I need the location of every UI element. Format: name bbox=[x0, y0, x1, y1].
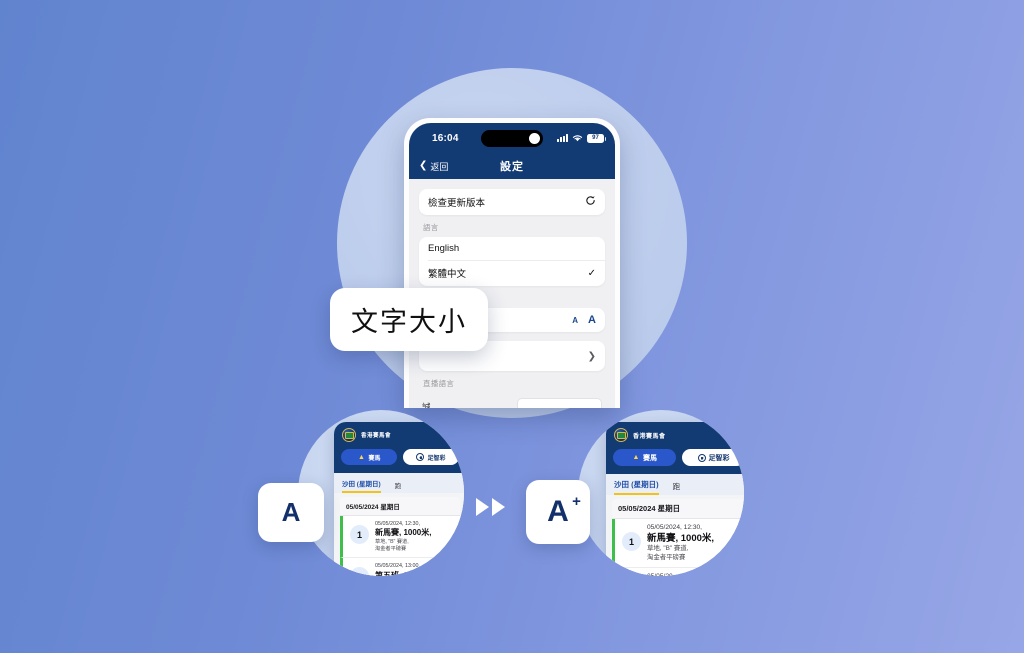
text-size-enlarged-badge: A + bbox=[526, 480, 590, 544]
camera-dot-icon bbox=[529, 133, 540, 144]
race-info: 05/05/2024, 12:30, 新馬賽, 1000米, 草地, "B" 賽… bbox=[647, 524, 714, 562]
date-bar: 05/05/2024 星期日 bbox=[612, 499, 744, 519]
double-play-arrow-icon bbox=[476, 498, 505, 516]
nav-bar: ❮ 返回 設定 bbox=[409, 153, 615, 179]
dynamic-island bbox=[481, 130, 543, 147]
race-title: 新馬賽, 1000米, bbox=[375, 528, 432, 538]
race-meta-1: 草地, "B" 賽道, bbox=[375, 538, 409, 545]
chevron-right-icon: ❯ bbox=[587, 350, 596, 362]
language-card: English 繁體中文 ✓ bbox=[419, 237, 605, 286]
check-icon: ✓ bbox=[587, 267, 596, 279]
wifi-icon bbox=[572, 134, 583, 142]
race-info: 05/05/20 bbox=[647, 573, 673, 576]
race-number: 1 bbox=[622, 532, 641, 551]
horse-icon: ▲ bbox=[358, 453, 365, 461]
text-size-small-button[interactable]: A bbox=[572, 316, 578, 325]
subtab-other[interactable]: 跑 bbox=[395, 480, 402, 493]
language-option-label: English bbox=[428, 243, 460, 254]
preview-race-list-left: 05/05/2024 星期日 1 05/05/2024, 12:30, 新馬賽,… bbox=[334, 493, 464, 576]
race-meta-2: 淘金者平磅賽 bbox=[647, 553, 686, 561]
table-row[interactable]: 2 05/05/2024, 13:00, 第五班, 2000 草地, "B" 賽 bbox=[340, 558, 460, 576]
race-number: 1 bbox=[350, 525, 369, 544]
preview-race-list-right: 05/05/2024 星期日 1 05/05/2024, 12:30, 新馬賽,… bbox=[606, 495, 744, 576]
tab-horse-racing[interactable]: ▲ 賽馬 bbox=[341, 449, 397, 465]
language-section-label: 語言 bbox=[423, 223, 439, 232]
language-option-traditional-chinese[interactable]: 繁體中文 ✓ bbox=[419, 260, 605, 286]
tab-football[interactable]: 足智彩 bbox=[403, 449, 459, 465]
preview-subtabs-right: 沙田 (星期日) 跑 bbox=[606, 474, 744, 495]
table-row[interactable]: 1 05/05/2024, 12:30, 新馬賽, 1000米, 草地, "B"… bbox=[612, 519, 744, 569]
live-language-row[interactable]: 誠 bbox=[419, 398, 605, 408]
preview-subtabs-left: 沙田 (星期日) 跑 bbox=[334, 473, 464, 493]
date-bar: 05/05/2024 星期日 bbox=[340, 497, 460, 516]
horse-icon: ▲ bbox=[632, 454, 640, 461]
back-button[interactable]: ❮ 返回 bbox=[419, 160, 448, 173]
brand-label: 香港賽馬會 bbox=[633, 433, 666, 440]
phone-screen: 16:04 97 ❮ 返回 設定 檢查更新版本 語言 English 繁體中文 … bbox=[409, 123, 615, 408]
hkjc-logo-icon bbox=[614, 428, 628, 442]
football-icon bbox=[697, 453, 706, 462]
language-option-label: 繁體中文 bbox=[428, 269, 467, 280]
mini-phone-right: 香港賽馬會 ▲ 賽馬 足智彩 沙田 (星期日) 跑 05/05/2024 星期日 bbox=[606, 422, 744, 576]
subtab-other[interactable]: 跑 bbox=[673, 481, 681, 495]
text-size-tooltip: 文字大小 bbox=[330, 288, 488, 351]
text-size-controls[interactable]: A A bbox=[572, 314, 596, 326]
status-bar-indicators: 97 bbox=[557, 133, 606, 143]
page-background: 16:04 97 ❮ 返回 設定 檢查更新版本 語言 English 繁體中文 … bbox=[0, 0, 1024, 653]
chevron-left-icon: ❮ bbox=[419, 160, 428, 171]
badge-letter: A bbox=[281, 497, 301, 527]
tab-football[interactable]: 足智彩 bbox=[682, 449, 744, 466]
status-bar-time: 16:04 bbox=[432, 132, 459, 144]
football-icon bbox=[416, 453, 425, 461]
live-language-section-label: 直播語言 bbox=[423, 379, 455, 388]
subtab-shatin[interactable]: 沙田 (星期日) bbox=[614, 479, 659, 495]
cellular-signal-icon bbox=[557, 134, 568, 142]
race-meta-2: 淘金者平磅賽 bbox=[375, 545, 407, 552]
check-update-card: 檢查更新版本 bbox=[419, 189, 605, 215]
race-time: 05/05/20 bbox=[647, 573, 673, 576]
race-info: 05/05/2024, 13:00, 第五班, 2000 草地, "B" 賽 bbox=[375, 563, 421, 576]
text-size-normal-badge: A bbox=[258, 483, 324, 542]
tab-label: 賽馬 bbox=[368, 455, 381, 462]
race-time: 05/05/2024, 12:30, bbox=[647, 524, 702, 531]
race-title: 第五班, 2000 bbox=[375, 570, 422, 576]
tooltip-label: 文字大小 bbox=[351, 307, 467, 338]
check-update-row[interactable]: 檢查更新版本 bbox=[419, 189, 605, 215]
table-row[interactable]: 05/05/20 bbox=[612, 568, 744, 576]
battery-icon: 97 bbox=[587, 133, 606, 143]
preview-header-right: 香港賽馬會 bbox=[606, 422, 744, 449]
tab-label: 足智彩 bbox=[427, 455, 446, 462]
race-number: 2 bbox=[350, 567, 369, 576]
badge-plus-sign: + bbox=[572, 493, 581, 510]
brand-label: 香港賽馬會 bbox=[361, 433, 392, 439]
mini-phone-left: 香港賽馬會 ▲ 賽馬 足智彩 沙田 (星期日) 跑 05/05/2024 星期日 bbox=[334, 422, 464, 576]
tab-label: 賽馬 bbox=[643, 454, 657, 462]
text-size-large-button[interactable]: A bbox=[588, 314, 596, 326]
subtab-shatin[interactable]: 沙田 (星期日) bbox=[342, 478, 381, 493]
preview-large-text: 香港賽馬會 ▲ 賽馬 足智彩 沙田 (星期日) 跑 05/05/2024 星期日 bbox=[578, 410, 744, 576]
check-update-label: 檢查更新版本 bbox=[428, 198, 486, 209]
race-info: 05/05/2024, 12:30, 新馬賽, 1000米, 草地, "B" 賽… bbox=[375, 521, 431, 552]
table-row[interactable]: 1 05/05/2024, 12:30, 新馬賽, 1000米, 草地, "B"… bbox=[340, 516, 460, 559]
refresh-icon[interactable] bbox=[585, 195, 596, 209]
badge-letter: A + bbox=[547, 493, 581, 528]
tab-label: 足智彩 bbox=[708, 454, 730, 462]
live-language-label: 誠 bbox=[422, 401, 431, 409]
race-time: 05/05/2024, 13:00, bbox=[375, 563, 420, 570]
preview-header-left: 香港賽馬會 bbox=[334, 422, 464, 449]
status-bar: 16:04 97 bbox=[409, 123, 615, 153]
language-option-english[interactable]: English bbox=[419, 237, 605, 260]
hkjc-logo-icon bbox=[342, 428, 356, 442]
back-button-label: 返回 bbox=[430, 161, 449, 172]
battery-percent-label: 97 bbox=[592, 135, 599, 141]
phone-mockup: 16:04 97 ❮ 返回 設定 檢查更新版本 語言 English 繁體中文 … bbox=[404, 118, 620, 408]
preview-tabs-right: ▲ 賽馬 足智彩 bbox=[606, 449, 744, 474]
live-language-input[interactable] bbox=[517, 398, 602, 408]
preview-tabs-left: ▲ 賽馬 足智彩 bbox=[334, 449, 464, 473]
race-title: 新馬賽, 1000米, bbox=[647, 532, 715, 544]
tab-horse-racing[interactable]: ▲ 賽馬 bbox=[613, 449, 676, 466]
race-meta-1: 草地, "B" 賽道, bbox=[647, 545, 689, 553]
